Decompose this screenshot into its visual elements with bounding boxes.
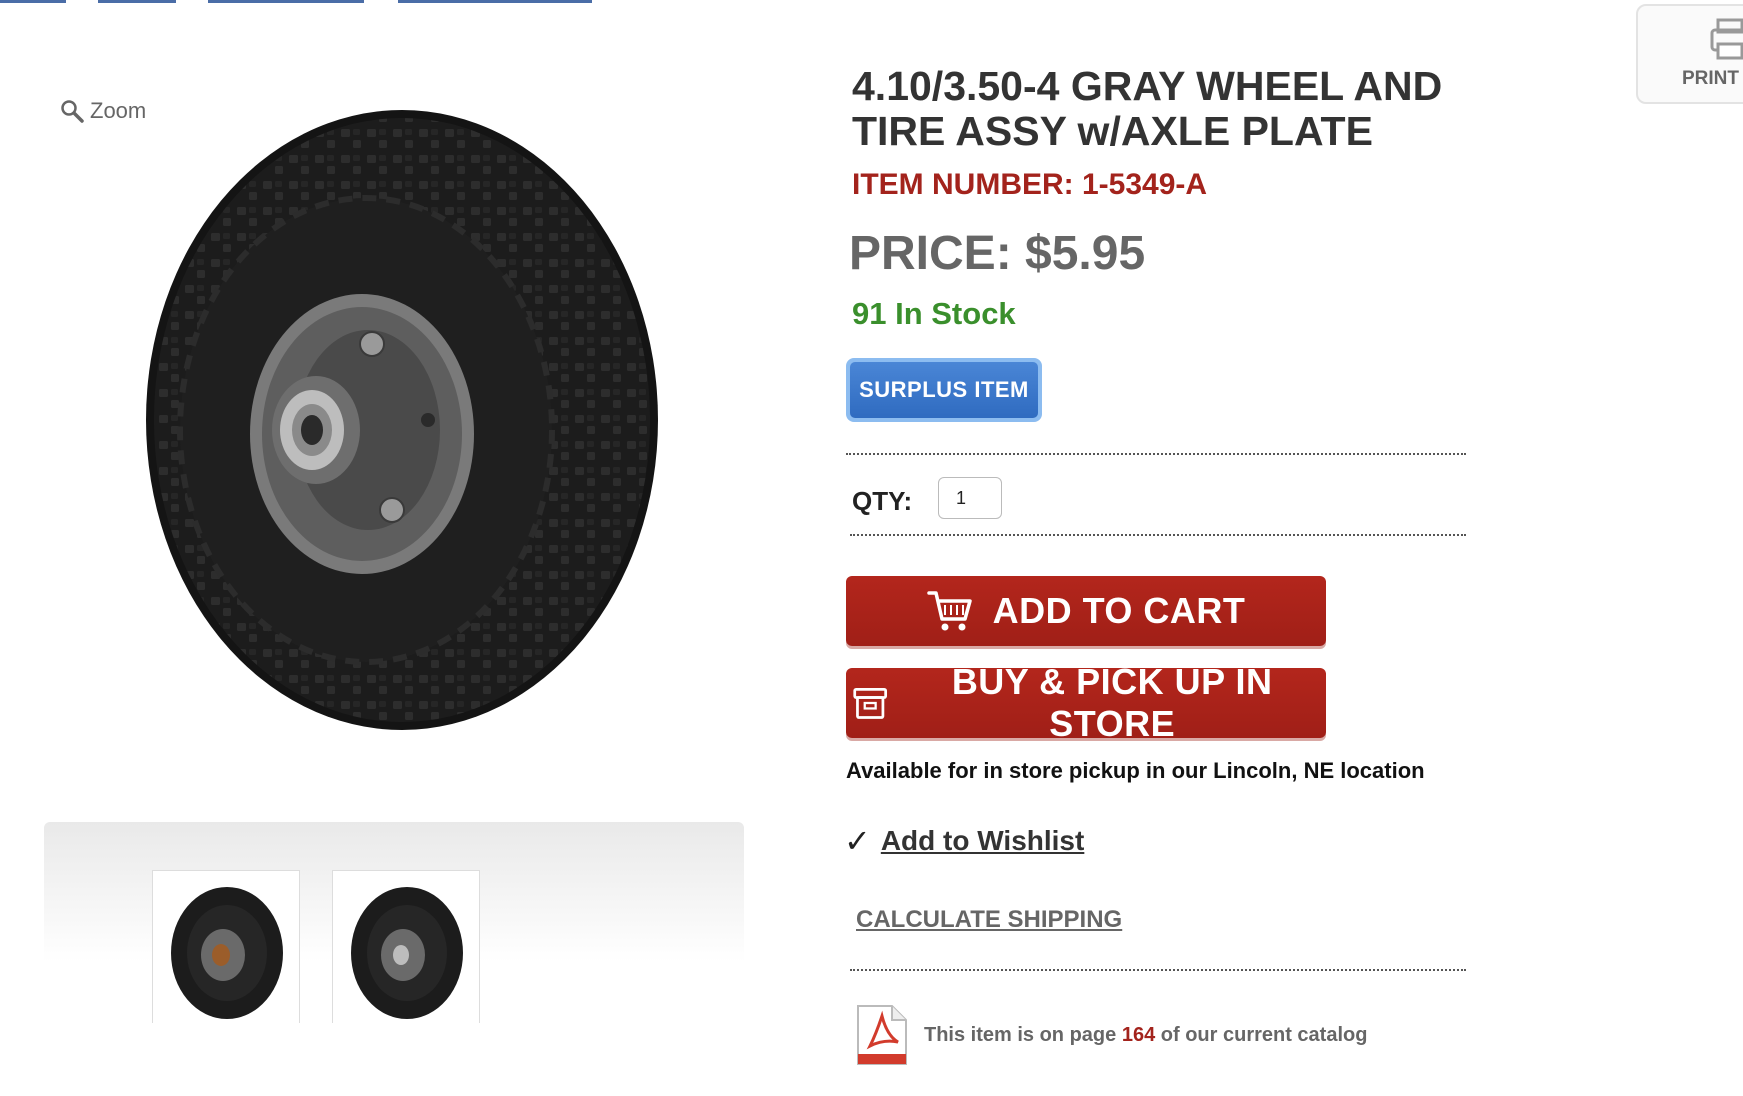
product-title: 4.10/3.50-4 GRAY WHEEL AND TIRE ASSY w/A… bbox=[852, 63, 1443, 154]
catalog-suffix: of our current catalog bbox=[1160, 1023, 1368, 1046]
store-box-icon bbox=[853, 687, 888, 719]
item-number: ITEM NUMBER: 1-5349-A bbox=[852, 168, 1208, 201]
divider bbox=[850, 534, 1466, 536]
catalog-reference: This item is on page 164 of our current … bbox=[856, 1004, 1367, 1066]
print-label: PRINT P bbox=[1682, 68, 1743, 89]
divider bbox=[850, 969, 1466, 971]
add-to-cart-label: ADD TO CART bbox=[992, 590, 1246, 631]
product-main-image[interactable] bbox=[130, 100, 660, 740]
quantity-input[interactable] bbox=[938, 477, 1002, 519]
divider bbox=[846, 453, 1466, 455]
breadcrumb-link-1[interactable] bbox=[0, 0, 66, 3]
catalog-page-number: 164 bbox=[1121, 1023, 1156, 1046]
stock-status: 91 In Stock bbox=[852, 296, 1016, 331]
add-to-cart-button[interactable]: ADD TO CART bbox=[846, 576, 1326, 646]
surplus-badge: SURPLUS ITEM bbox=[846, 358, 1042, 422]
pickup-availability-note: Available for in store pickup in our Lin… bbox=[846, 758, 1425, 783]
buy-pickup-in-store-button[interactable]: BUY & PICK UP IN STORE bbox=[846, 661, 1326, 744]
add-to-wishlist-link[interactable]: Add to Wishlist bbox=[881, 825, 1085, 857]
checkmark-icon: ✓ bbox=[844, 823, 871, 859]
cart-icon bbox=[926, 591, 972, 631]
catalog-prefix: This item is on page bbox=[924, 1023, 1117, 1046]
wishlist-row: ✓ Add to Wishlist bbox=[844, 822, 1084, 860]
thumbnail-2[interactable] bbox=[332, 870, 480, 1023]
printer-icon bbox=[1710, 18, 1743, 60]
buy-pickup-label: BUY & PICK UP IN STORE bbox=[951, 661, 1273, 744]
thumbnail-1[interactable] bbox=[152, 870, 300, 1023]
calculate-shipping-link[interactable]: CALCULATE SHIPPING bbox=[856, 906, 1122, 934]
surplus-badge-label: SURPLUS ITEM bbox=[850, 362, 1038, 418]
pdf-icon[interactable] bbox=[856, 1004, 908, 1066]
qty-label: QTY: bbox=[852, 486, 913, 516]
print-page-button[interactable]: PRINT P bbox=[1636, 4, 1743, 104]
magnifier-icon bbox=[61, 100, 84, 123]
breadcrumb bbox=[0, 0, 660, 6]
breadcrumb-link-4[interactable] bbox=[398, 0, 592, 3]
catalog-page-text: This item is on page 164 of our current … bbox=[924, 1024, 1367, 1047]
product-price: PRICE: $5.95 bbox=[849, 227, 1146, 280]
breadcrumb-link-3[interactable] bbox=[208, 0, 364, 3]
breadcrumb-link-2[interactable] bbox=[98, 0, 176, 3]
thumbnail-strip bbox=[44, 822, 744, 1023]
